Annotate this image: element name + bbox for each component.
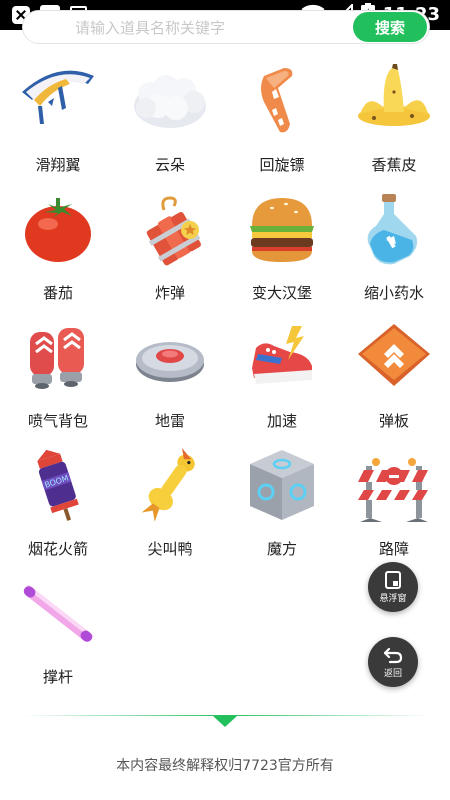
item-magic-cube[interactable]: 魔方 — [226, 446, 338, 574]
item-label: 弹板 — [378, 412, 409, 430]
item-bomb[interactable]: 炸弹 — [114, 190, 226, 318]
firework-rocket-icon: BOOM — [37, 449, 79, 521]
item-label: 缩小药水 — [363, 284, 424, 302]
item-label: 回旋镖 — [259, 156, 305, 174]
banana-peel-icon — [358, 64, 430, 126]
item-burger[interactable]: 变大汉堡 — [226, 190, 338, 318]
back-label: 返回 — [383, 669, 402, 679]
item-screaming-duck[interactable]: 尖叫鸭 — [114, 446, 226, 574]
item-boomerang[interactable]: 回旋镖 — [226, 62, 338, 190]
item-label: 路障 — [378, 540, 409, 558]
item-label: 喷气背包 — [27, 412, 88, 430]
float-window-button[interactable]: 悬浮窗 — [368, 562, 418, 612]
item-label: 番茄 — [42, 284, 73, 302]
item-label: 地雷 — [154, 412, 185, 430]
item-label: 加速 — [266, 412, 297, 430]
item-jetpack[interactable]: 喷气背包 — [2, 318, 114, 446]
jetpack-icon — [30, 328, 84, 389]
item-label: 炸弹 — [154, 284, 185, 302]
item-mine[interactable]: 地雷 — [114, 318, 226, 446]
item-label: 魔方 — [266, 540, 297, 558]
screaming-duck-icon — [141, 447, 195, 522]
float-window-icon — [385, 571, 401, 589]
magic-cube-icon — [250, 450, 314, 520]
item-pole[interactable]: 撑杆 — [2, 574, 114, 702]
glider-icon — [22, 70, 94, 124]
item-spring-board[interactable]: 弹板 — [338, 318, 450, 446]
burger-icon — [250, 198, 314, 262]
item-label: 香蕉皮 — [371, 156, 417, 174]
item-label: 尖叫鸭 — [147, 540, 193, 558]
item-firework-rocket[interactable]: BOOM 烟花火箭 — [2, 446, 114, 574]
boomerang-icon — [261, 68, 293, 133]
item-label: 云朵 — [154, 156, 185, 174]
item-speed-shoe[interactable]: 加速 — [226, 318, 338, 446]
item-roadblock[interactable]: 路障 — [338, 446, 450, 574]
item-label: 撑杆 — [42, 668, 73, 686]
item-label: 滑翔翼 — [35, 156, 81, 174]
search-box[interactable]: 请输入道具名称关键字 搜索 — [22, 10, 430, 44]
item-potion[interactable]: 缩小药水 — [338, 190, 450, 318]
pole-icon — [23, 585, 94, 642]
back-arrow-icon — [383, 647, 403, 664]
float-window-label: 悬浮窗 — [379, 594, 407, 604]
bomb-icon — [146, 196, 201, 266]
roadblock-icon — [358, 458, 428, 522]
item-glider[interactable]: 滑翔翼 — [2, 62, 114, 190]
tomato-icon — [25, 198, 91, 262]
item-label: 变大汉堡 — [251, 284, 312, 302]
cloud-icon — [134, 75, 206, 128]
potion-icon — [367, 194, 418, 265]
search-input[interactable]: 请输入道具名称关键字 — [75, 17, 225, 38]
footer-copyright: 本内容最终解释权归7723官方所有 — [116, 758, 334, 774]
item-banana-peel[interactable]: 香蕉皮 — [338, 62, 450, 190]
item-label: 烟花火箭 — [27, 540, 88, 558]
back-button[interactable]: 返回 — [368, 637, 418, 687]
spring-board-icon — [358, 324, 430, 386]
search-bar-area: 请输入道具名称关键字 搜索 — [22, 10, 430, 46]
footer-divider-arrow — [213, 716, 237, 727]
search-button[interactable]: 搜索 — [353, 12, 427, 42]
item-cloud[interactable]: 云朵 — [114, 62, 226, 190]
item-tomato[interactable]: 番茄 — [2, 190, 114, 318]
speed-shoe-icon — [252, 326, 312, 384]
mine-icon — [136, 342, 204, 382]
